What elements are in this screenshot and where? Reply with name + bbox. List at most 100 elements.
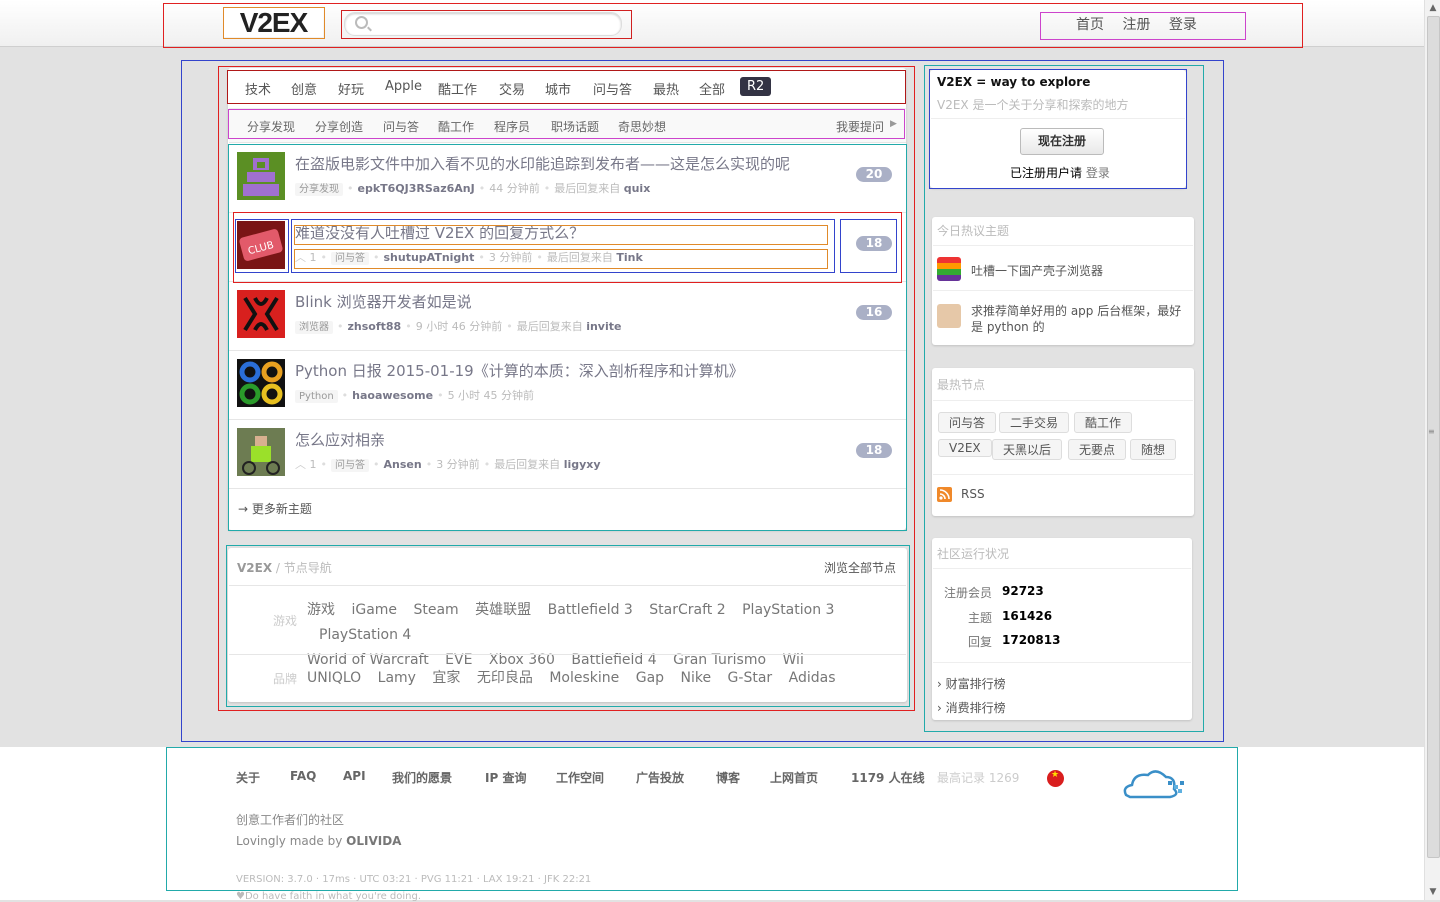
topic-title[interactable]: 怎么应对相亲 [295, 429, 385, 450]
rss-icon[interactable] [937, 487, 952, 502]
tab-deals[interactable]: 交易 [492, 77, 532, 100]
topic-author[interactable]: zhsoft88 [348, 320, 402, 333]
footer-link-ads[interactable]: 广告投放 [636, 769, 684, 786]
topic-node[interactable]: 问与答 [331, 252, 369, 265]
avatar[interactable] [237, 428, 285, 476]
node-link[interactable]: 游戏 [307, 602, 335, 618]
node-link[interactable]: Moleskine [549, 670, 619, 686]
scroll-up-arrow-icon[interactable]: ▲ [1425, 0, 1440, 16]
upvote-icon[interactable]: ︿ [295, 458, 306, 471]
footer-link-vision[interactable]: 我们的愿景 [392, 769, 452, 786]
subtab-programmer[interactable]: 程序员 [494, 118, 530, 135]
nav-login-link[interactable]: 登录 [1169, 17, 1197, 33]
hot-node-tag[interactable]: V2EX [938, 439, 992, 457]
avatar[interactable]: CLUB [237, 221, 285, 269]
tab-qna[interactable]: 问与答 [586, 77, 639, 100]
topic-node[interactable]: 分享发现 [295, 183, 343, 196]
hot-node-tag[interactable]: 无要点 [1068, 439, 1127, 460]
topic-author[interactable]: shutupATnight [384, 251, 475, 264]
page-scrollbar[interactable]: ▲ ≡ ▼ [1424, 0, 1440, 900]
node-link[interactable]: StarCraft 2 [649, 602, 725, 618]
node-link[interactable]: Battlefield 3 [548, 602, 633, 618]
topic-title[interactable]: Python 日报 2015-01-19《计算的本质：深入剖析程序和计算机》 [295, 360, 744, 381]
hot-node-tag[interactable]: 问与答 [938, 412, 997, 433]
subtab-share[interactable]: 分享发现 [247, 118, 295, 135]
subtab-qna[interactable]: 问与答 [383, 118, 419, 135]
node-link[interactable]: Adidas [789, 670, 836, 686]
cloud-logo-icon[interactable] [1120, 765, 1188, 803]
node-link[interactable]: iGame [351, 602, 397, 618]
avatar[interactable] [237, 152, 285, 200]
topic-author[interactable]: epkT6QJ3RSaz6AnJ [358, 182, 475, 195]
hot-node-tag[interactable]: 酷工作 [1074, 412, 1133, 433]
reply-count[interactable]: 20 [856, 167, 892, 182]
upvote-icon[interactable]: ︿ [295, 251, 306, 264]
search-input[interactable] [373, 15, 617, 33]
tab-r2[interactable]: R2 [740, 77, 772, 96]
topic-node[interactable]: 浏览器 [295, 321, 333, 334]
tab-hot[interactable]: 最热 [646, 77, 686, 100]
hot-node-tag[interactable]: 二手交易 [999, 412, 1070, 433]
signup-button[interactable]: 现在注册 [1020, 128, 1104, 155]
hot-topic-link[interactable]: 求推荐简单好用的 app 后台框架，最好是 python 的 [971, 303, 1186, 335]
node-link[interactable]: 英雄联盟 [475, 602, 531, 618]
footer-link-faq[interactable]: FAQ [290, 769, 316, 783]
avatar[interactable] [237, 290, 285, 338]
more-topics-link[interactable]: → 更多新主题 [238, 500, 312, 517]
topic-title[interactable]: Blink 浏览器开发者如是说 [295, 291, 472, 312]
tab-jobs[interactable]: 酷工作 [431, 77, 484, 100]
node-link[interactable]: 无印良品 [477, 670, 533, 686]
hot-node-tag[interactable]: 随想 [1130, 439, 1177, 460]
search-box[interactable] [344, 12, 622, 36]
tab-creative[interactable]: 创意 [284, 77, 324, 100]
topic-author[interactable]: haoawesome [352, 389, 433, 402]
footer-link-api[interactable]: API [343, 769, 366, 783]
subtab-ideas[interactable]: 奇思妙想 [618, 118, 666, 135]
rank-link[interactable]: › 消费排行榜 [937, 699, 1006, 716]
hot-topic-link[interactable]: 吐槽一下国产壳子浏览器 [971, 262, 1103, 279]
credit-link[interactable]: OLIVIDA [346, 834, 401, 848]
login-link[interactable]: 登录 [1086, 166, 1110, 180]
subtab-career[interactable]: 职场话题 [551, 118, 599, 135]
avatar[interactable] [237, 359, 285, 407]
last-reply-user[interactable]: Tink [616, 251, 642, 264]
subtab-jobs[interactable]: 酷工作 [438, 118, 474, 135]
node-link[interactable]: Nike [681, 670, 712, 686]
china-flag-icon[interactable]: ★ [1047, 770, 1064, 787]
rss-link[interactable]: RSS [961, 487, 985, 501]
node-link[interactable]: Gap [636, 670, 664, 686]
reply-count[interactable]: 18 [856, 443, 892, 458]
footer-link-blog[interactable]: 博客 [716, 769, 740, 786]
topic-node[interactable]: Python [295, 390, 338, 403]
tab-all[interactable]: 全部 [692, 77, 732, 100]
tab-apple[interactable]: Apple [378, 77, 429, 96]
last-reply-user[interactable]: ligyxy [564, 458, 601, 471]
topic-title[interactable]: 在盗版电影文件中加入看不见的水印能追踪到发布者——这是怎么实现的呢 [295, 153, 790, 174]
rank-link[interactable]: › 财富排行榜 [937, 675, 1006, 692]
node-link[interactable]: PlayStation 4 [319, 627, 411, 643]
nav-signup-link[interactable]: 注册 [1122, 17, 1150, 33]
tab-fun[interactable]: 好玩 [331, 77, 371, 100]
avatar[interactable] [937, 304, 961, 328]
hot-node-tag[interactable]: 天黑以后 [992, 439, 1063, 460]
avatar[interactable] [937, 257, 961, 281]
footer-link-ip[interactable]: IP 查询 [485, 769, 526, 786]
footer-link-home[interactable]: 上网首页 [770, 769, 818, 786]
last-reply-user[interactable]: quix [624, 182, 651, 195]
tab-tech[interactable]: 技术 [238, 77, 278, 100]
topic-node[interactable]: 问与答 [331, 459, 369, 472]
brand-link[interactable]: V2EX [237, 561, 272, 575]
node-link[interactable]: UNIQLO [307, 670, 361, 686]
v2ex-logo[interactable]: V2EX [224, 8, 323, 37]
node-link[interactable]: Lamy [378, 670, 416, 686]
browse-all-nodes-link[interactable]: 浏览全部节点 [824, 559, 896, 576]
scroll-down-arrow-icon[interactable]: ▼ [1425, 884, 1440, 900]
node-link[interactable]: PlayStation 3 [742, 602, 834, 618]
subtab-create[interactable]: 分享创造 [315, 118, 363, 135]
node-link[interactable]: 宜家 [432, 670, 460, 686]
ask-question-link[interactable]: 我要提问 [836, 118, 884, 135]
footer-link-workspace[interactable]: 工作空间 [556, 769, 604, 786]
topic-title[interactable]: 难道没没有人吐槽过 V2EX 的回复方式么？ [295, 222, 584, 243]
reply-count[interactable]: 16 [856, 305, 892, 320]
reply-count[interactable]: 18 [856, 236, 892, 251]
